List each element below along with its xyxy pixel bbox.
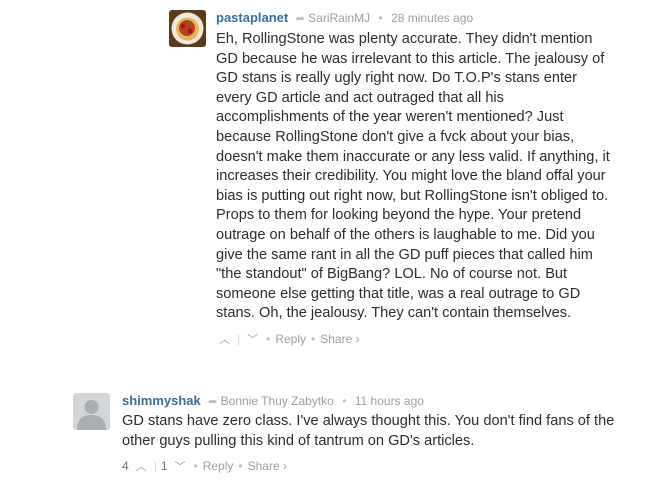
reply-button[interactable]: Reply <box>203 459 234 473</box>
share-button[interactable]: Share › <box>248 459 287 473</box>
author-name[interactable]: pastaplanet <box>216 10 288 25</box>
separator-dot: • <box>238 459 243 474</box>
in-reply-to-name: Bonnie Thuy Zabytko <box>220 394 334 408</box>
comment-text: GD stans have zero class. I've always th… <box>122 413 615 449</box>
comment-text: Eh, RollingStone was plenty accurate. Th… <box>216 31 610 322</box>
comment-header: shimmyshak ➦ Bonnie Thuy Zabytko • 11 ho… <box>122 393 653 411</box>
reply-arrow-icon: ➦ <box>295 13 305 25</box>
upvote-icon[interactable]: ︿ <box>216 331 233 347</box>
share-button[interactable]: Share › <box>320 332 359 346</box>
separator-dot: • <box>311 331 316 346</box>
comment-footer: ︿ | ﹀ • Reply • Share › <box>216 330 649 348</box>
vote-separator: | <box>237 331 241 346</box>
in-reply-to-name: SariRainMJ <box>308 11 371 25</box>
food-plate-avatar-icon <box>169 10 206 47</box>
comment: shimmyshak ➦ Bonnie Thuy Zabytko • 11 ho… <box>73 393 653 475</box>
downvote-icon[interactable]: ﹀ <box>172 458 189 474</box>
comment: pastaplanet ➦ SariRainMJ • 28 minutes ag… <box>169 10 649 348</box>
timestamp[interactable]: 28 minutes ago <box>391 11 473 25</box>
comment-header: pastaplanet ➦ SariRainMJ • 28 minutes ag… <box>216 10 649 28</box>
timestamp[interactable]: 11 hours ago <box>355 394 424 408</box>
separator-dot: • <box>193 459 198 474</box>
comment-footer: 4 ︿ | 1 ﹀ • Reply • Share › <box>122 457 653 475</box>
avatar[interactable] <box>73 393 110 430</box>
author-name[interactable]: shimmyshak <box>122 393 201 408</box>
downvote-icon[interactable]: ﹀ <box>244 331 261 347</box>
separator-dot: • <box>266 331 271 346</box>
vote-separator: | <box>153 459 157 474</box>
separator-dot: • <box>378 11 383 25</box>
avatar[interactable] <box>169 10 206 47</box>
in-reply-to[interactable]: ➦ SariRainMJ <box>296 11 374 25</box>
in-reply-to[interactable]: ➦ Bonnie Thuy Zabytko <box>208 394 337 408</box>
default-user-avatar-icon <box>73 393 110 430</box>
upvote-count: 4 <box>122 459 129 474</box>
downvote-count: 1 <box>160 459 168 474</box>
reply-arrow-icon: ➦ <box>208 396 218 408</box>
separator-dot: • <box>342 394 347 408</box>
reply-button[interactable]: Reply <box>275 332 306 346</box>
upvote-icon[interactable]: ︿ <box>133 458 150 474</box>
